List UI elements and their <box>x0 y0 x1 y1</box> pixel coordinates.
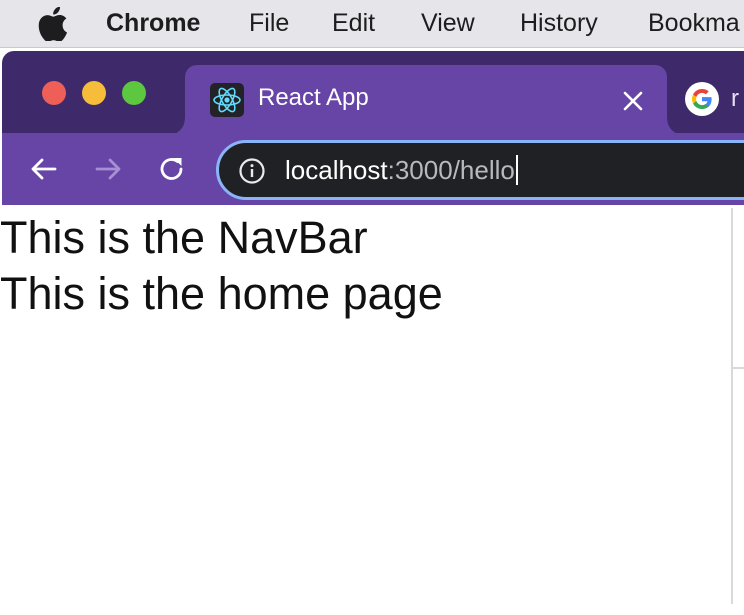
menu-view[interactable]: View <box>421 9 475 38</box>
window-zoom-button[interactable] <box>122 81 146 105</box>
google-icon <box>685 82 719 116</box>
devtools-panel-edge <box>733 367 744 369</box>
home-page-text: This is the home page <box>0 268 443 319</box>
address-bar[interactable]: localhost:3000/hello <box>216 140 744 200</box>
tab-title: React App <box>258 84 369 111</box>
tab-strip: React App r <box>2 51 744 135</box>
arrow-right-icon[interactable] <box>92 153 124 185</box>
macos-menu-bar: Chrome File Edit View History Bookma <box>0 0 744 48</box>
info-icon[interactable] <box>238 157 266 185</box>
browser-toolbar: localhost:3000/hello <box>2 133 744 205</box>
window-minimize-button[interactable] <box>82 81 106 105</box>
menu-edit[interactable]: Edit <box>332 9 375 38</box>
tab-google-title: r <box>731 85 739 112</box>
menu-bookmarks[interactable]: Bookma <box>648 9 740 38</box>
devtools-divider[interactable] <box>731 208 733 604</box>
apple-logo-icon[interactable] <box>38 7 68 41</box>
menu-file[interactable]: File <box>249 9 289 38</box>
navbar-text: This is the NavBar <box>0 212 368 263</box>
text-caret <box>515 155 518 185</box>
tab-google[interactable]: r <box>685 80 744 120</box>
reload-icon[interactable] <box>156 153 188 185</box>
menu-app-name[interactable]: Chrome <box>106 9 200 38</box>
url-text[interactable]: localhost:3000/hello <box>285 155 518 186</box>
react-icon <box>210 83 244 117</box>
arrow-left-icon[interactable] <box>28 153 60 185</box>
url-path: :3000/hello <box>387 155 515 185</box>
page-content: This is the NavBar This is the home page <box>0 205 730 615</box>
url-host: localhost <box>285 155 388 185</box>
tab-react-app[interactable]: React App <box>169 65 683 135</box>
close-icon[interactable] <box>617 85 649 117</box>
menu-history[interactable]: History <box>520 9 598 38</box>
window-close-button[interactable] <box>42 81 66 105</box>
